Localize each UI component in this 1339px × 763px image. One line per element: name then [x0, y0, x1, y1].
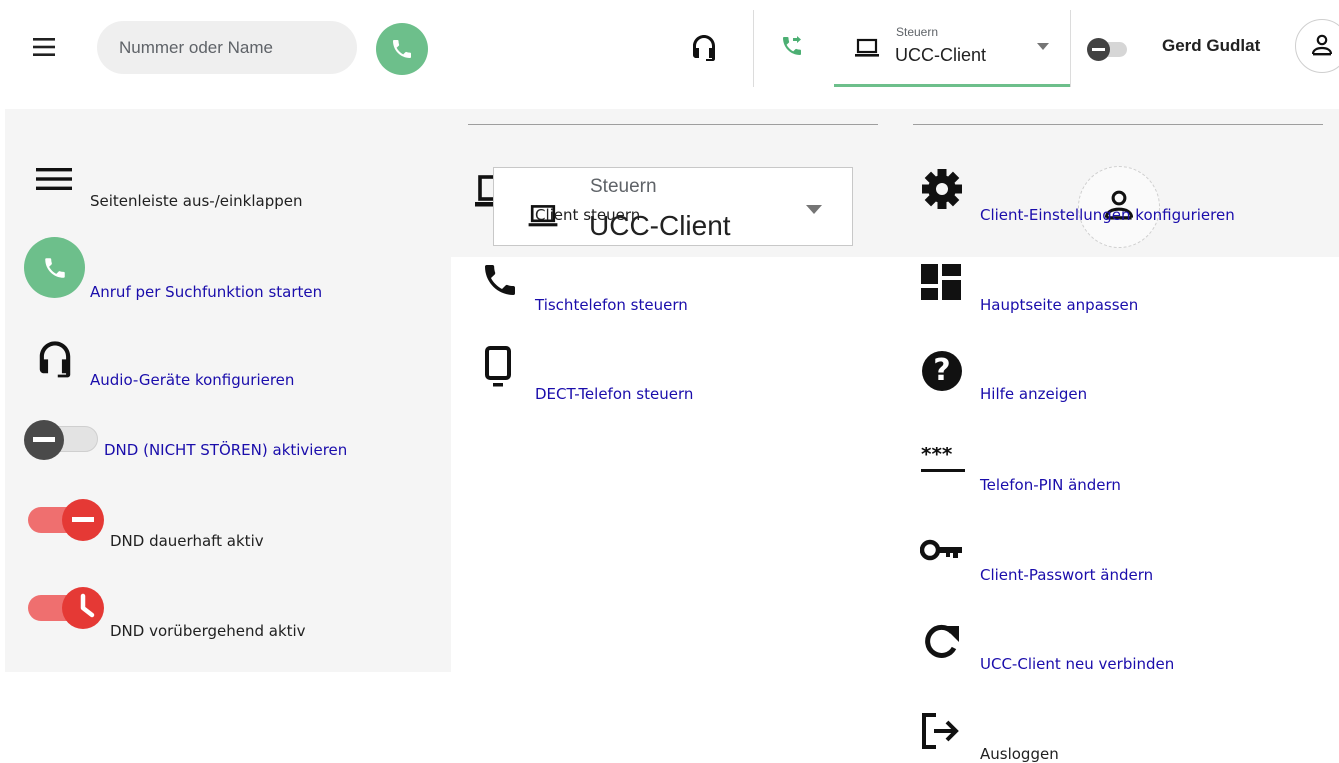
- clock-icon: [62, 587, 104, 629]
- divider: [468, 124, 878, 125]
- legend-dect-phone[interactable]: DECT-Telefon steuern: [535, 385, 693, 403]
- legend-dnd-temporary: DND vorübergehend aktiv: [110, 622, 306, 640]
- divider: [1070, 10, 1071, 87]
- help-icon: ?: [922, 351, 962, 391]
- phone-icon: [393, 40, 411, 58]
- dnd-toggle-permanent-icon: [28, 499, 104, 541]
- legend-customize-home[interactable]: Hauptseite anpassen: [980, 296, 1138, 314]
- legend-desk-phone[interactable]: Tischtelefon steuern: [535, 296, 688, 314]
- call-legend-icon: [24, 237, 85, 298]
- avatar[interactable]: [1295, 19, 1339, 73]
- headset-icon: [39, 341, 71, 378]
- refresh-icon: [925, 624, 959, 658]
- control-value: UCC-Client: [895, 45, 987, 65]
- headset-icon[interactable]: [691, 33, 717, 61]
- divider: [753, 10, 754, 87]
- legend-change-password[interactable]: Client-Passwort ändern: [980, 566, 1153, 584]
- legend-logout: Ausloggen: [980, 745, 1059, 763]
- legend-dnd-activate[interactable]: DND (NICHT STÖREN) aktivieren: [104, 441, 347, 459]
- settings-icon: [922, 169, 962, 209]
- control-caption: Steuern: [590, 176, 657, 197]
- legend-audio-devices[interactable]: Audio-Geräte konfigurieren: [90, 371, 294, 389]
- dect-phone-icon: [485, 346, 511, 387]
- divider: [913, 124, 1323, 125]
- pin-icon: ***: [921, 447, 965, 472]
- desk-phone-icon: [485, 265, 515, 295]
- laptop-icon: [855, 38, 879, 57]
- legend-change-pin[interactable]: Telefon-PIN ändern: [980, 476, 1121, 494]
- legend-client-control: Client steuern: [535, 206, 641, 224]
- dashboard-icon: [921, 264, 961, 300]
- top-bar: Steuern UCC-Client Gerd Gudlat: [0, 0, 1339, 97]
- dnd-toggle-icon: [1087, 38, 1110, 61]
- dnd-toggle[interactable]: [1087, 38, 1139, 62]
- chevron-down-icon: [1037, 43, 1049, 50]
- person-icon: [1312, 34, 1332, 56]
- legend-client-settings[interactable]: Client-Einstellungen konfigurieren: [980, 206, 1235, 224]
- legend-reconnect[interactable]: UCC-Client neu verbinden: [980, 655, 1174, 673]
- legend-call-search[interactable]: Anruf per Suchfunktion starten: [90, 283, 322, 301]
- logout-icon: [922, 713, 959, 749]
- phone-icon: [45, 258, 65, 278]
- control-caption: Steuern: [896, 25, 939, 39]
- control-select[interactable]: Steuern UCC-Client: [834, 10, 1070, 87]
- menu-icon[interactable]: [33, 37, 55, 57]
- key-icon: [920, 539, 962, 561]
- legend-show-help[interactable]: Hilfe anzeigen: [980, 385, 1087, 403]
- menu-icon: [36, 168, 72, 190]
- call-button[interactable]: [376, 23, 428, 75]
- active-underline: [834, 84, 1070, 87]
- legend-sidebar-toggle: Seitenleiste aus-/einklappen: [90, 192, 303, 210]
- user-name: Gerd Gudlat: [1162, 36, 1261, 55]
- search-input[interactable]: [97, 21, 357, 74]
- dnd-toggle-temporary-icon: [28, 587, 104, 629]
- dnd-toggle-off-icon: [24, 420, 100, 460]
- call-transfer-icon[interactable]: [780, 34, 804, 58]
- svg-text:***: ***: [921, 447, 953, 466]
- chevron-down-icon: [806, 205, 822, 214]
- legend-dnd-permanent: DND dauerhaft aktiv: [110, 532, 264, 550]
